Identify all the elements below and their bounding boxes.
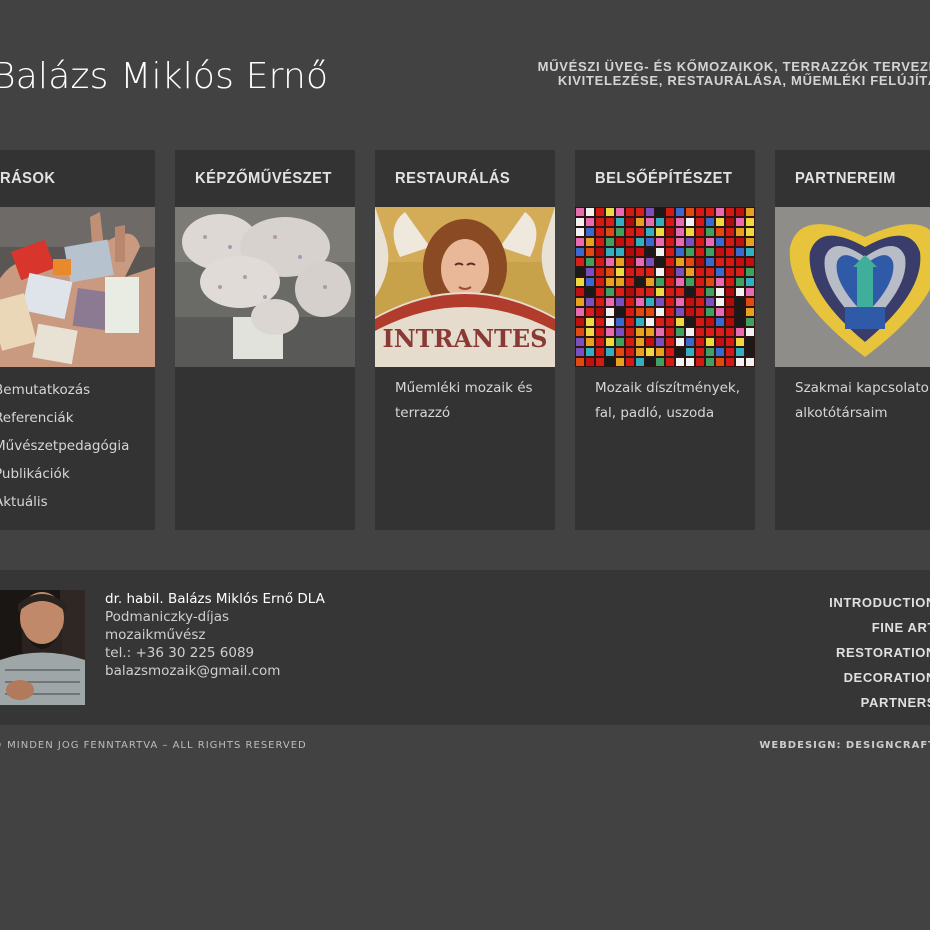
card-title[interactable]: PARTNEREIM: [795, 170, 896, 188]
card-title[interactable]: BELSŐÉPÍTÉSZET: [595, 170, 732, 188]
card-description: Szakmai kapcsolato alkotótársaim: [795, 380, 929, 421]
card-title[interactable]: KÉPZŐMŰVÉSZET: [195, 170, 332, 188]
site-tagline: MŰVÉSZI ÜVEG- ÉS KŐMOZAIKOK, TERRAZZÓK T…: [498, 60, 930, 88]
intro-links: Bemutatkozás Referenciák Művészetpedagóg…: [0, 376, 129, 516]
footer-link-restoration[interactable]: RESTORATION: [829, 640, 930, 665]
intrantes-angel-mosaic-image[interactable]: INTRANTES: [375, 207, 555, 367]
card-introduction: RÁSOK Bemutatkozás Referenciák Művészetp…: [0, 150, 155, 530]
tagline-line-1: MŰVÉSZI ÜVEG- ÉS KŐMOZAIKOK, TERRAZZÓK T…: [537, 59, 930, 74]
footer-link-fine-art[interactable]: FINE ART: [829, 615, 930, 640]
award-line: Podmaniczky-díjas: [105, 609, 230, 625]
card-title[interactable]: RÁSOK: [0, 170, 55, 188]
copyright-text: © MINDEN JOG FENNTARTVA – ALL RIGHTS RES…: [0, 740, 307, 751]
link-aktualis[interactable]: Aktuális: [0, 488, 129, 516]
footer: dr. habil. Balázs Miklós Ernő DLA Podman…: [0, 570, 930, 725]
card-interior[interactable]: BELSŐÉPÍTÉSZET Mozaik díszítmények, fal,…: [575, 150, 755, 530]
card-description: Mozaik díszítmények, fal, padló, uszoda: [595, 380, 741, 421]
contact-info: dr. habil. Balázs Miklós Ernő DLA Podman…: [105, 590, 325, 680]
hand-holding-stones-image[interactable]: [0, 207, 155, 367]
link-publikaciok[interactable]: Publikációk: [0, 460, 129, 488]
link-referenciak[interactable]: Referenciák: [0, 404, 129, 432]
phone-number[interactable]: tel.: +36 30 225 6089: [105, 644, 325, 662]
heart-mosaic-image[interactable]: [775, 207, 930, 367]
card-title[interactable]: RESTAURÁLÁS: [395, 170, 510, 188]
stone-sculpture-image[interactable]: [175, 207, 355, 367]
glass-tile-mosaic-image[interactable]: [575, 207, 755, 367]
card-description: Műemléki mozaik és terrazzó: [395, 380, 533, 421]
footer-nav: INTRODUCTION FINE ART RESTORATION DECORA…: [829, 590, 930, 715]
footer-link-partners[interactable]: PARTNERS: [829, 690, 930, 715]
profession-line: mozaikművész: [105, 627, 206, 643]
footer-link-introduction[interactable]: INTRODUCTION: [829, 590, 930, 615]
webdesign-credit[interactable]: WEBDESIGN: DESIGNCRAFT: [759, 740, 930, 751]
link-bemutatkozas[interactable]: Bemutatkozás: [0, 376, 129, 404]
card-partners[interactable]: PARTNEREIM Szakmai kapcsolato alkotótárs…: [775, 150, 930, 530]
tagline-line-2: KIVITELEZÉSE, RESTAURÁLÁSA, MŰEMLÉKI FEL…: [557, 73, 930, 88]
card-restoration[interactable]: RESTAURÁLÁS INTRANTES Műemléki mozaik és…: [375, 150, 555, 530]
card-fine-art[interactable]: KÉPZŐMŰVÉSZET: [175, 150, 355, 530]
email-link[interactable]: balazsmozaik@gmail.com: [105, 662, 325, 680]
link-muveszetpedagogia[interactable]: Művészetpedagógia: [0, 432, 129, 460]
artist-name: dr. habil. Balázs Miklós Ernő DLA: [105, 591, 325, 607]
footer-link-decoration[interactable]: DECORATION: [829, 665, 930, 690]
intrantes-text: INTRANTES: [382, 324, 547, 353]
artist-portrait-image: [0, 590, 85, 705]
site-title[interactable]: Balázs Miklós Ernő: [0, 56, 328, 97]
